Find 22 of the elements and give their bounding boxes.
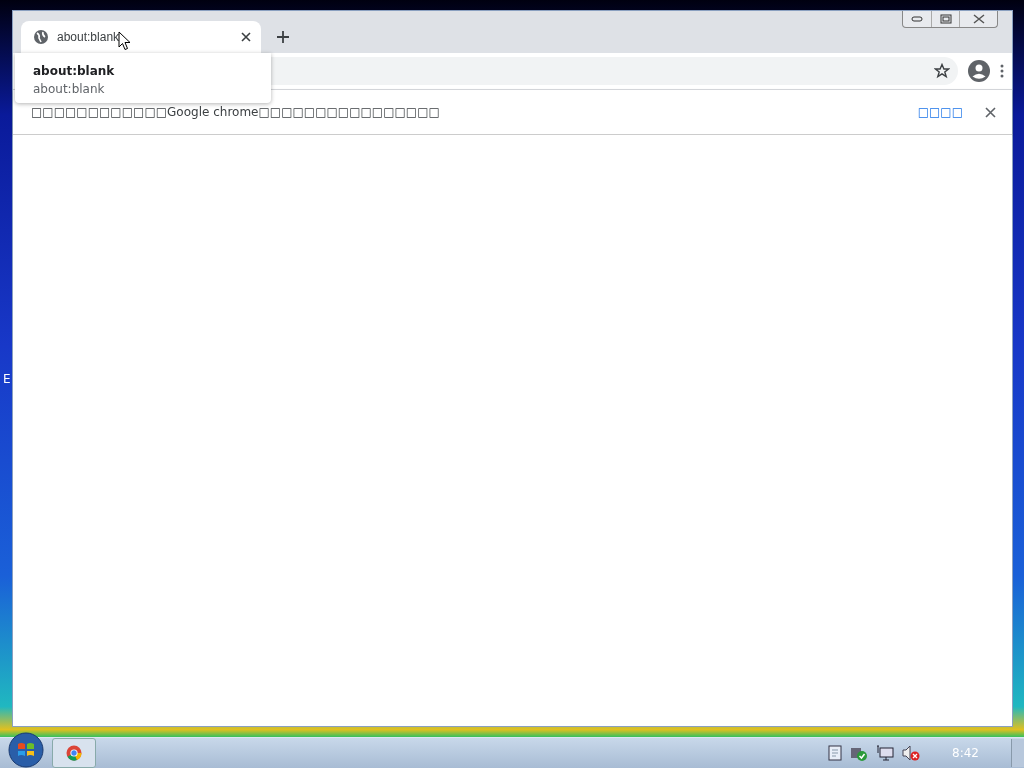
close-icon[interactable]: [241, 32, 251, 42]
globe-icon: [33, 29, 49, 45]
start-button[interactable]: [8, 732, 44, 768]
network-icon[interactable]: [876, 745, 895, 761]
speaker-muted-icon[interactable]: [902, 745, 921, 761]
info-bar-message: □□□□□□□□□□□□Google chrome□□□□□□□□□□□□□□□□: [31, 105, 441, 119]
maximize-icon: [939, 14, 952, 24]
close-icon[interactable]: [985, 106, 996, 118]
chrome-logo: [66, 745, 82, 761]
mouse-cursor-icon: [118, 31, 131, 51]
hover-card-url: about:blank: [33, 82, 106, 96]
close-icon: [972, 14, 985, 24]
menu-icon[interactable]: [1000, 64, 1004, 78]
taskbar-app[interactable]: [52, 738, 96, 768]
profile-icon[interactable]: [968, 60, 990, 82]
document-icon[interactable]: [828, 745, 843, 761]
minimize-icon: [911, 16, 923, 22]
star-icon[interactable]: [934, 63, 950, 79]
info-bar-link[interactable]: □□□□: [917, 105, 963, 119]
plus-icon: [276, 30, 290, 44]
hover-card-title: about:blank: [33, 64, 116, 78]
desktop-icon-label: E: [3, 372, 11, 386]
